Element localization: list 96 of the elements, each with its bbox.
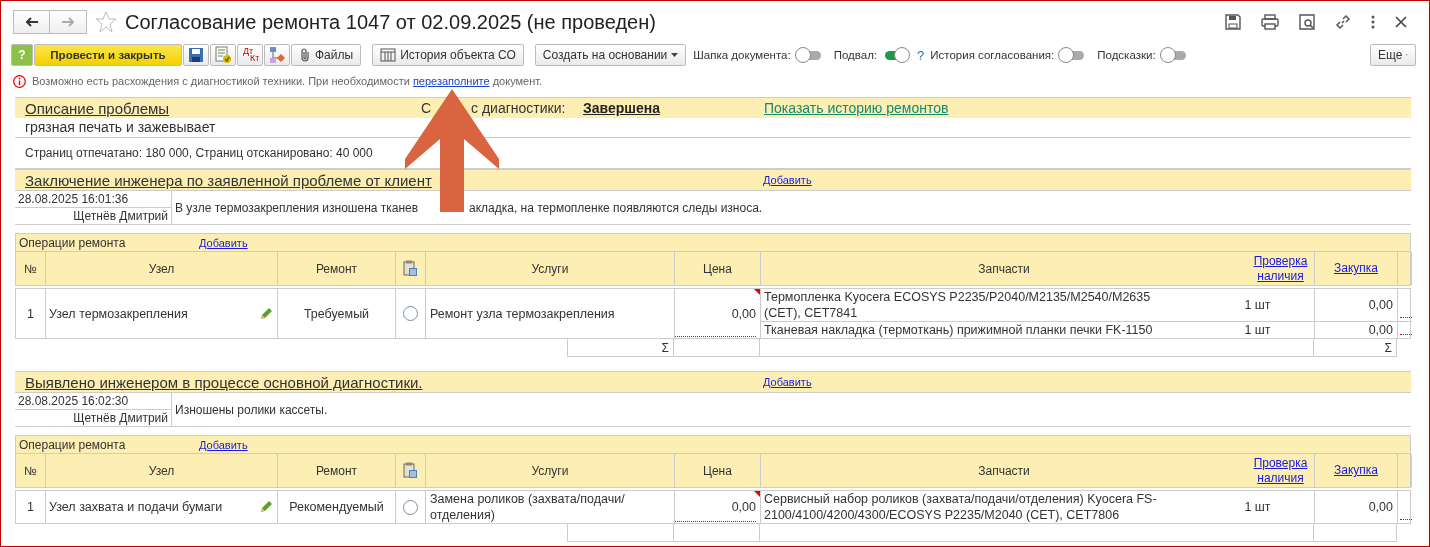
part-name: Термопленка Kyocera ECOSYS P2235/P2040/M2135/M2540/M2635 (CET), CET7841: [763, 289, 1152, 321]
table-cell: 1: [16, 491, 46, 523]
entry-text: Изношены ролики кассеты.: [175, 402, 328, 417]
table-cell: Рекомендуемый: [278, 491, 396, 523]
table-title: Операции ремонта: [19, 235, 126, 250]
column-header: Запчасти: [977, 462, 1031, 480]
column-header: №: [16, 252, 46, 285]
price-cell: 0,00: [731, 500, 756, 514]
column-header: Услуги: [426, 252, 675, 285]
repair-history-link[interactable]: Показать историю ремонтов: [764, 100, 949, 116]
column-header: Цена: [675, 252, 761, 285]
pencil-icon[interactable]: [259, 500, 273, 514]
part-price: 0,00: [1315, 289, 1398, 321]
table-icon: [380, 48, 397, 62]
availability-check-link[interactable]: Проверка наличия: [1247, 253, 1314, 284]
object-history-button[interactable]: История объекта СО: [372, 44, 524, 66]
warning-icon: [13, 74, 26, 88]
back-button[interactable]: [13, 10, 50, 34]
save-button[interactable]: [183, 44, 209, 66]
table-cell: Узел захвата и подачи бумаги: [49, 500, 223, 514]
availability-check-link[interactable]: Проверка наличия: [1247, 455, 1314, 486]
toggle-label: История согласования:: [930, 49, 1055, 61]
part-quantity: 1 шт: [1201, 491, 1315, 523]
entry-date: 28.08.2025 16:02:30: [15, 393, 171, 410]
column-header: Узел: [46, 252, 278, 285]
section-title: Описание проблемы: [25, 99, 171, 117]
create-based-on-button[interactable]: Создать на основании: [534, 44, 687, 66]
table-cell: Узел термозакрепления: [49, 306, 188, 321]
toggle-label: Подвал:: [833, 49, 878, 61]
part-name: Тканевая накладка (термоткань) прижимной планки печки FK-1150: [763, 322, 1154, 338]
help-link[interactable]: ?: [917, 47, 925, 63]
table-title: Операции ремонта: [19, 437, 126, 452]
table-cell: Замена роликов (захвата/подачи/отделения): [426, 491, 675, 523]
print-icon[interactable]: [1261, 14, 1279, 30]
add-link[interactable]: Добавить: [763, 376, 812, 388]
column-header: Узел: [46, 454, 278, 487]
table-cell: Ремонт узла термозакрепления: [426, 289, 675, 338]
column-header: №: [16, 454, 46, 487]
post-and-close-button[interactable]: Провести и закрыть: [34, 44, 182, 66]
column-header: Ремонт: [278, 454, 396, 487]
link-icon[interactable]: [1335, 14, 1351, 30]
structure-button[interactable]: [264, 44, 290, 66]
section-title: Выявлено инженером в процессе основной диагностики.: [25, 373, 423, 391]
table-cell: 1: [16, 289, 46, 338]
part-price: 0,00: [1315, 322, 1398, 338]
toggle-label: Подсказки:: [1097, 49, 1156, 61]
files-button[interactable]: Файлы: [291, 44, 362, 66]
radio-button[interactable]: [403, 499, 418, 515]
entry-author: Щетнёв Дмитрий: [72, 410, 169, 426]
clipboard-icon: [403, 462, 418, 479]
add-link[interactable]: Добавить: [763, 174, 812, 186]
status-value: Завершена: [583, 100, 660, 116]
part-quantity: 1 шт: [1201, 322, 1315, 338]
paperclip-icon: [299, 48, 311, 62]
entry-text: В узле термозакрепления изношена тканев: [175, 200, 419, 215]
back-arrow-icon: [24, 17, 39, 27]
column-header: Ремонт: [278, 252, 396, 285]
purchase-link[interactable]: Закупка: [1334, 463, 1378, 478]
forward-arrow-icon: [61, 17, 75, 27]
table-cell: Σ: [1314, 339, 1397, 357]
toggle-label: Шапка документа:: [693, 49, 791, 61]
status-label: с диагностики:: [471, 100, 567, 116]
document-check-icon: [214, 46, 232, 64]
table-cell: Требуемый: [278, 289, 396, 338]
purchase-link[interactable]: Закупка: [1334, 261, 1378, 276]
column-header: Услуги: [426, 454, 675, 487]
more-icon[interactable]: [1371, 15, 1375, 29]
more-button[interactable]: Еще: [1370, 44, 1416, 66]
column-header: Запчасти: [977, 260, 1031, 278]
refill-link[interactable]: перезаполните: [412, 75, 490, 87]
part-quantity: 1 шт: [1201, 289, 1315, 321]
entry-text: акладка, на термопленке появляются следы износа.: [469, 200, 763, 215]
part-price: 0,00: [1315, 491, 1398, 523]
entry-date: 28.08.2025 16:01:36: [15, 191, 171, 208]
add-link[interactable]: Добавить: [199, 236, 248, 249]
entry-author: Щетнёв Дмитрий: [72, 208, 169, 224]
warning-message: Возможно есть расхождения с диагностикой техники. При необходимости перезаполните документ.: [32, 75, 543, 87]
status-label: С: [421, 100, 433, 116]
column-header: Цена: [675, 454, 761, 487]
floppy-icon: [188, 47, 204, 63]
preview-icon[interactable]: [1299, 14, 1315, 30]
part-name: Сервисный набор роликов (захвата/подачи/отделения) Kyocera FS-2100/4100/4200/4300/ECOSYS P2235/M2040 (CET), CET7806: [763, 491, 1158, 523]
window-title: Согласование ремонта 1047 от 02.09.2025 (не проведен): [125, 10, 656, 34]
clipboard-icon: [403, 260, 418, 277]
close-icon[interactable]: [1395, 16, 1407, 28]
section-title: Заключение инженера по заявленной проблеме от клиент: [25, 171, 432, 189]
table-cell: Σ: [567, 339, 674, 357]
ledger-button[interactable]: Дт Кт: [237, 44, 263, 66]
star-icon[interactable]: [95, 11, 117, 33]
radio-button[interactable]: [403, 306, 418, 321]
pencil-icon[interactable]: [259, 306, 273, 321]
add-link[interactable]: Добавить: [199, 438, 248, 451]
save-icon[interactable]: [1225, 14, 1241, 30]
price-cell: 0,00: [731, 306, 756, 321]
caret-icon: [671, 53, 679, 57]
hierarchy-icon: [268, 46, 286, 64]
